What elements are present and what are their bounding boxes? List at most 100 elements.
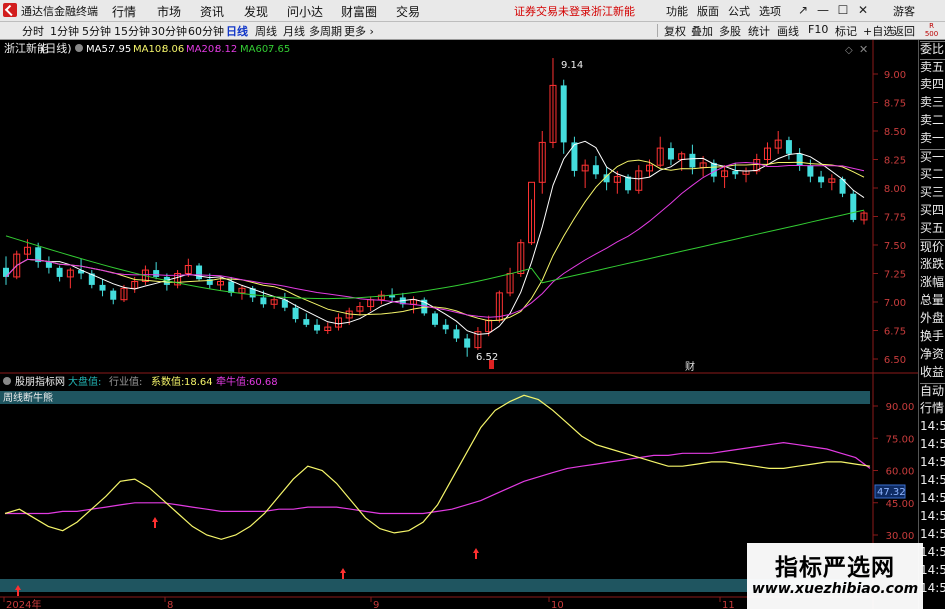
menu-layout[interactable]: 版面 [697, 3, 719, 19]
menu-formula[interactable]: 公式 [728, 3, 750, 19]
corner-r: R [929, 22, 934, 30]
menu-bar: 通达信金融终端 行情 市场 资讯 发现 问小达 财富圈 交易 证券交易未登录 浙… [0, 0, 945, 22]
finance-marker[interactable]: 财 [685, 360, 695, 373]
quote-label: 14:56 [920, 563, 945, 577]
menu-news[interactable]: 资讯 [200, 3, 224, 20]
buy-arrow-icon [473, 548, 479, 559]
menu-discover[interactable]: 发现 [244, 3, 268, 20]
stock-notice: 浙江新能 [591, 5, 635, 18]
menu-market[interactable]: 行情 [112, 3, 136, 20]
quote-label: 买一 [920, 149, 945, 164]
menu-trade[interactable]: 交易 [396, 3, 420, 20]
price-tick-label: 8.00 [884, 184, 906, 195]
btn-mark[interactable]: 标记 [835, 23, 857, 39]
minimize-icon[interactable]: — [815, 2, 831, 18]
quote-label: 收益 [920, 365, 945, 379]
indicator-tick-label: 75.00 [886, 434, 915, 445]
time-tick-label: 9 [373, 600, 379, 609]
menu-wealth[interactable]: 财富圈 [341, 3, 377, 20]
sub-legend: 大盘值: 行业值: 系数值: 18.64 牵牛值: 60.68 [68, 375, 278, 388]
app-logo-icon [3, 3, 17, 17]
quote-label: 卖一 [920, 131, 945, 145]
time-axis: 2024年 8 9 10 11 [3, 597, 735, 609]
price-tick-label: 8.75 [884, 99, 906, 110]
weekly-band-label: 周线断牛熊 [3, 391, 53, 404]
candle-body-down [314, 324, 321, 331]
level2-corner[interactable]: R 500 [918, 22, 945, 39]
quote-panel: 委比 卖五 卖四 卖三 卖二 卖一 买一 买二 买三 买四 买五 现价 涨跌 涨幅 总量 外盘 换手 净资 收益 自动… [918, 40, 945, 609]
quote-label: 14:56 [920, 527, 945, 541]
quote-label: 外盘 [920, 311, 945, 325]
btn-f10[interactable]: F10 [808, 23, 828, 36]
bottom-band [0, 579, 870, 592]
btn-draw[interactable]: 画线 [777, 23, 799, 39]
candle-body-down [153, 270, 160, 277]
candle-body-down [464, 338, 471, 348]
btn-multistock[interactable]: 多股 [719, 23, 741, 39]
quote-label: 换手 [920, 329, 945, 343]
quote-label: 14:56 [920, 437, 945, 451]
watermark: 指标严选网 www.xuezhibiao.com [747, 543, 923, 609]
diamond-icon[interactable]: ◇ [845, 45, 853, 56]
menu-ask[interactable]: 问小达 [287, 3, 323, 20]
ma-legend: MA5: 7.95 MA10: 8.06 MA20: 8.12 MA60: 7.… [86, 44, 290, 55]
chevron-down-icon[interactable] [75, 44, 83, 52]
quote-label: 卖三 [920, 95, 945, 109]
price-tick-label: 7.50 [884, 241, 906, 252]
user-guest[interactable]: 游客 [893, 3, 915, 19]
quote-label[interactable]: 行情 [920, 401, 945, 416]
btn-overlay[interactable]: 叠加 [691, 23, 713, 39]
price-tick-label: 7.75 [884, 213, 906, 224]
menu-options[interactable]: 选项 [759, 3, 781, 19]
low-label: 6.52 [476, 352, 498, 363]
ma60-value: 7.65 [268, 44, 290, 55]
period-1min[interactable]: 1分钟 [50, 23, 79, 39]
candle-body-down [667, 148, 674, 160]
candles [3, 58, 868, 357]
maximize-icon[interactable]: ☐ [835, 2, 851, 18]
menu-function[interactable]: 功能 [666, 3, 688, 19]
candle-body-down [56, 267, 63, 277]
period-daily[interactable]: 日线 [226, 23, 248, 39]
high-label: 9.14 [561, 60, 583, 71]
close-icon[interactable]: ✕ [855, 2, 871, 18]
candle-body-down [110, 290, 117, 300]
period-60min[interactable]: 60分钟 [188, 23, 224, 39]
restore-icon[interactable]: ↗ [795, 2, 811, 18]
event-marker-icon[interactable] [489, 360, 494, 369]
login-notice[interactable]: 证券交易未登录 [514, 3, 591, 19]
period-15min[interactable]: 15分钟 [114, 23, 150, 39]
price-tick-label: 6.50 [884, 355, 906, 366]
period-more[interactable]: 更多 › [344, 23, 374, 39]
kline-chart[interactable]: 浙江新能 (日线) MA5: 7.95 MA10: 8.06 MA20: 8.1… [0, 40, 918, 609]
ma20-line [5, 161, 865, 318]
quote-label: 14:56 [920, 491, 945, 505]
quote-label: 现价 [920, 239, 945, 254]
btn-back[interactable]: 返回 [893, 23, 915, 39]
btn-adjust[interactable]: 复权 [664, 23, 686, 39]
ma10-value: 8.06 [162, 44, 184, 55]
time-tick-label: 8 [167, 600, 173, 609]
price-tick-label: 8.25 [884, 156, 906, 167]
quote-label: 买三 [920, 185, 945, 199]
period-30min[interactable]: 30分钟 [151, 23, 187, 39]
menu-markets[interactable]: 市场 [157, 3, 181, 20]
quote-label: 委比 [920, 41, 945, 56]
candle-body-down [303, 319, 310, 325]
quote-label[interactable]: 自动 [920, 383, 945, 399]
quote-label: 净资 [920, 347, 945, 361]
period-multi[interactable]: 多周期 [309, 23, 342, 39]
period-weekly[interactable]: 周线 [255, 23, 277, 39]
candle-body-down [3, 267, 9, 277]
sub-chevron-icon[interactable] [3, 377, 11, 385]
close-panel-icon[interactable]: ✕ [859, 43, 868, 56]
quote-label: 14:56 [920, 455, 945, 469]
sub-coef-label: 系数值: [151, 375, 184, 388]
btn-add-watchlist[interactable]: +自选 [863, 23, 894, 39]
period-5min[interactable]: 5分钟 [82, 23, 111, 39]
period-intraday[interactable]: 分时 [22, 23, 44, 39]
indicator-magenta-line [5, 441, 871, 515]
indicator-tick-label: 60.00 [886, 467, 915, 478]
btn-stats[interactable]: 统计 [748, 23, 770, 39]
period-monthly[interactable]: 月线 [283, 23, 305, 39]
